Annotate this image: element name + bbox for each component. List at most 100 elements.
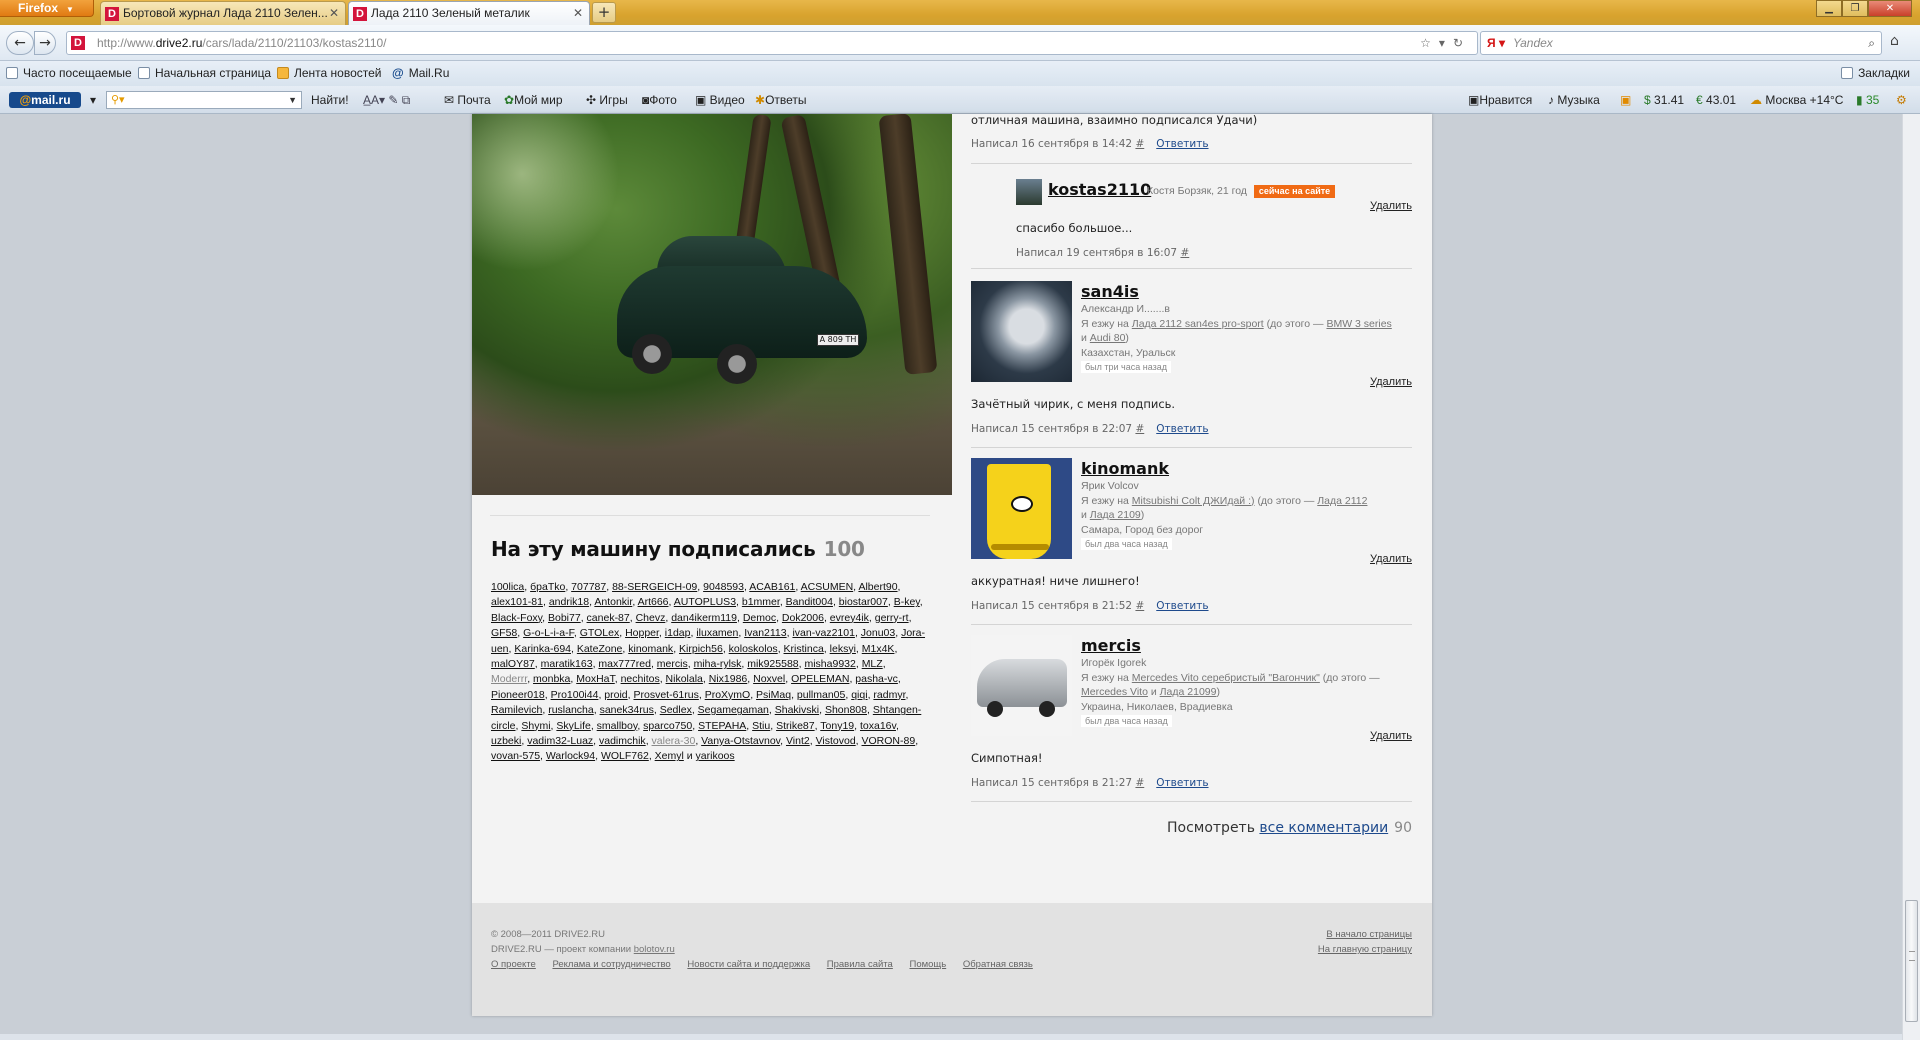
subscriber-link[interactable]: proid xyxy=(604,689,627,701)
subscriber-link[interactable]: nechitos xyxy=(621,673,660,685)
subscriber-link[interactable]: PsiMaq xyxy=(756,689,791,701)
subscriber-link[interactable]: qiqi xyxy=(851,689,867,701)
bookmark-news-feed[interactable]: Лента новостей xyxy=(277,61,382,86)
to-home-link[interactable]: На главную страницу xyxy=(1318,942,1412,957)
subscriber-link[interactable]: sanek34rus xyxy=(600,704,654,716)
subscriber-link[interactable]: pasha-vc xyxy=(855,673,898,685)
subscriber-link[interactable]: vadimchik xyxy=(599,735,646,747)
bookmarks-menu[interactable]: Закладки xyxy=(1841,61,1910,86)
subscriber-link[interactable]: pullman05 xyxy=(797,689,845,701)
car-link[interactable]: Mercedes Vito серебристый "Вагончик" xyxy=(1132,672,1320,684)
subscriber-link[interactable]: Strike87 xyxy=(776,720,815,732)
username-link[interactable]: kostas2110 xyxy=(1048,180,1151,199)
subscriber-link[interactable]: dan4ikerm119 xyxy=(671,612,737,624)
avatar[interactable] xyxy=(971,635,1072,736)
car-link[interactable]: Лада 21099 xyxy=(1160,686,1217,698)
subscriber-link[interactable]: b1mmer xyxy=(742,596,780,608)
subscriber-link[interactable]: Ivan2113 xyxy=(744,627,786,639)
tab-car-page[interactable]: D Лада 2110 Зеленый металик ✕ xyxy=(348,1,590,25)
settings-gear-icon[interactable]: ⚙ xyxy=(1896,86,1907,114)
to-top-link[interactable]: В начало страницы xyxy=(1318,927,1412,942)
footer-link-ads[interactable]: Реклама и сотрудничество xyxy=(552,959,670,970)
subscriber-link[interactable]: monbka xyxy=(533,673,570,685)
subscriber-link[interactable]: B-key xyxy=(894,596,920,608)
subscriber-link[interactable]: SkyLife xyxy=(556,720,590,732)
subscriber-link[interactable]: Jonu03 xyxy=(861,627,895,639)
subscriber-link[interactable]: Bandit004 xyxy=(786,596,833,608)
reply-link[interactable]: Ответить xyxy=(1156,600,1208,612)
page-scrollbar[interactable] xyxy=(1902,114,1920,1040)
subscriber-link[interactable]: koloskolos xyxy=(729,643,778,655)
subscriber-link[interactable]: Pioneer018 xyxy=(491,689,545,701)
delete-link[interactable]: Удалить xyxy=(1370,730,1412,742)
subscriber-link[interactable]: Stiu xyxy=(752,720,770,732)
mailbar-like[interactable]: ▣Нравится xyxy=(1468,86,1532,114)
subscriber-link[interactable]: yarikoos xyxy=(696,750,735,762)
subscriber-link[interactable]: OPELEMAN xyxy=(791,673,849,685)
subscriber-link[interactable]: misha9932 xyxy=(804,658,855,670)
subscriber-link[interactable]: ruslancha xyxy=(548,704,594,716)
subscriber-link[interactable]: Shakivski xyxy=(775,704,819,716)
car-link[interactable]: Mitsubishi Colt ДЖИдай :) xyxy=(1132,495,1255,507)
subscriber-link[interactable]: uzbeki xyxy=(491,735,521,747)
back-button[interactable]: ← xyxy=(6,31,34,55)
reply-link[interactable]: Ответить xyxy=(1156,138,1208,150)
mailru-search-input[interactable]: ⚲▾ ▼ xyxy=(106,91,302,109)
subscriber-link[interactable]: andrik18 xyxy=(549,596,589,608)
subscriber-link[interactable]: vovan-575 xyxy=(491,750,540,762)
subscriber-link[interactable]: alex101-81 xyxy=(491,596,543,608)
subscriber-link[interactable]: 9048593 xyxy=(703,581,744,593)
subscriber-link[interactable]: toxa16v xyxy=(860,720,896,732)
subscriber-link[interactable]: 100lica xyxy=(491,581,524,593)
subscriber-link[interactable]: бpaTko xyxy=(530,581,565,593)
car-link[interactable]: Лада 2112 san4es pro-sport xyxy=(1132,318,1264,330)
car-link[interactable]: Audi 80 xyxy=(1090,332,1126,344)
address-bar[interactable]: D http://www.drive2.ru/cars/lada/2110/21… xyxy=(66,31,1478,55)
subscriber-link[interactable]: 88-SERGEICH-09 xyxy=(612,581,697,593)
subscriber-link[interactable]: GTOLex xyxy=(580,627,620,639)
subscriber-link[interactable]: Nikolala xyxy=(666,673,703,685)
car-link[interactable]: Лада 2112 xyxy=(1317,495,1367,507)
username-link[interactable]: san4is xyxy=(1081,282,1139,301)
subscriber-link[interactable]: ACSUMEN xyxy=(801,581,854,593)
subscriber-link[interactable]: vadim32-Luaz xyxy=(527,735,593,747)
subscriber-link[interactable]: max777red xyxy=(598,658,651,670)
footer-link-rules[interactable]: Правила сайта xyxy=(827,959,893,970)
subscriber-link[interactable]: Nix1986 xyxy=(709,673,748,685)
company-link[interactable]: bolotov.ru xyxy=(634,944,675,955)
subscriber-link[interactable]: GF58 xyxy=(491,627,517,639)
subscriber-link[interactable]: Warlock94 xyxy=(546,750,595,762)
car-link[interactable]: Лада 2109 xyxy=(1090,509,1141,521)
font-size-icon[interactable]: A̲A▾ ✎ ⧉ xyxy=(363,86,410,114)
delete-link[interactable]: Удалить xyxy=(1370,553,1412,565)
home-icon[interactable]: ⌂ xyxy=(1890,33,1899,49)
mailbar-music[interactable]: ♪ Музыка xyxy=(1548,86,1600,114)
firefox-menu-button[interactable]: Firefox ▼ xyxy=(0,0,94,17)
mailru-menu-dropdown-icon[interactable]: ▾ xyxy=(90,86,96,114)
subscriber-link[interactable]: KateZone xyxy=(577,643,623,655)
comment-permalink[interactable]: # xyxy=(1135,138,1144,150)
subscriber-link[interactable]: Prosvet-61rus xyxy=(633,689,698,701)
subscriber-link[interactable]: sparco750 xyxy=(643,720,692,732)
weather[interactable]: ☁ Москва +14°C xyxy=(1750,86,1843,114)
subscriber-link[interactable]: Vanya-Otstavnov xyxy=(701,735,780,747)
subscriber-link[interactable]: Noxvel xyxy=(753,673,785,685)
subscriber-link[interactable]: Dok2006 xyxy=(782,612,824,624)
mailbar-answers[interactable]: ✱Ответы xyxy=(755,86,807,114)
subscriber-link[interactable]: Bobi77 xyxy=(548,612,581,624)
subscriber-link[interactable]: miha-rylsk xyxy=(694,658,742,670)
scrollbar-thumb[interactable] xyxy=(1905,900,1918,1022)
subscriber-link[interactable]: Moderrr xyxy=(491,673,527,685)
dropdown-arrow-icon[interactable]: ▼ xyxy=(288,92,297,108)
subscriber-link[interactable]: Xemyl xyxy=(655,750,684,762)
avatar[interactable] xyxy=(971,281,1072,382)
mailbar-video[interactable]: ▣ Видео xyxy=(695,86,745,114)
subscriber-link[interactable]: Shon808 xyxy=(825,704,867,716)
comment-permalink[interactable]: # xyxy=(1135,600,1144,612)
car-link[interactable]: Mercedes Vito xyxy=(1081,686,1148,698)
bookmark-mailru[interactable]: @ Mail.Ru xyxy=(392,61,449,86)
subscriber-link[interactable]: radmyr xyxy=(873,689,905,701)
maximize-icon[interactable]: ❐ xyxy=(1842,0,1868,17)
subscriber-link[interactable]: Vint2 xyxy=(786,735,810,747)
bookmark-start-page[interactable]: Начальная страница xyxy=(138,61,271,86)
